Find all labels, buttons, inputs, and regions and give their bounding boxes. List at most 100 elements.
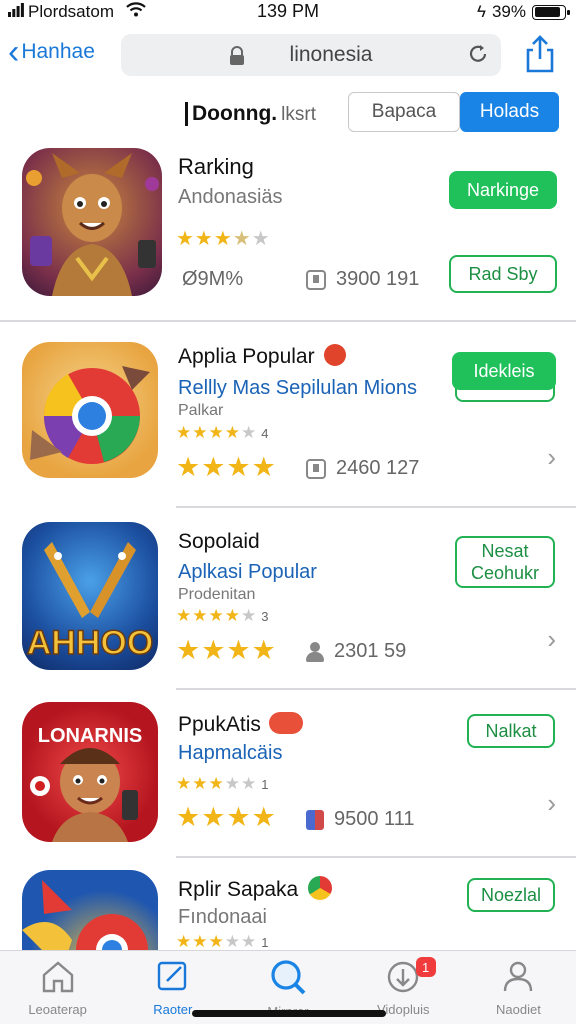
secondary-button-line1: Nesat [481,541,529,561]
rating-count: 1 [261,777,270,792]
chrome-icon [308,876,333,900]
download-icon [306,458,326,479]
divider [176,688,576,690]
emoji-badge-icon [268,712,303,734]
share-icon[interactable] [522,34,558,74]
list-item[interactable]: AHHOO Sopolaid Aplkasi Popular Prodenita… [0,520,576,688]
rating-stars: ★★★★★ [176,228,271,250]
segment-bapaca[interactable]: Bapaca [348,92,460,132]
charging-icon: ϟ [476,2,486,21]
download-count-text: 3900 191 [336,268,420,290]
list-item[interactable]: Rplir Sapaka Fındonaai ★★★★★ 1 Noezlal [0,868,576,950]
app-name-text: Rplir Sapaka [178,878,299,901]
home-indicator [192,1010,386,1017]
download-count: 9500 111 [306,808,414,831]
tab-raoter-label: Raoter [153,1002,193,1017]
download-count-text: 9500 111 [334,808,415,830]
app-icon-sopolaid: AHHOO [22,522,158,670]
chevron-right-icon[interactable]: › [547,788,556,819]
rating-stars-small: ★★★★★ 1 [176,932,270,950]
install-button[interactable]: Idekleis [452,352,556,390]
rating-count: 1 [261,935,270,950]
download-count: 2301 59 [306,640,406,663]
app-name: Applia Popular [178,344,347,369]
secondary-button[interactable]: Noezlal [467,878,555,912]
app-name: PpukAtis [178,712,303,737]
list-header: Doonng. lksrt Bapaca Holads [0,92,576,134]
app-category: Palkar [178,402,224,419]
app-size: Ø9M% [182,268,244,290]
lock-icon [229,46,245,72]
app-name-text: Applia Popular [178,345,315,368]
divider [176,506,576,508]
status-bar: Plordsatom 139 PM ϟ 39% [0,0,576,26]
status-right: ϟ 39% [476,2,570,22]
tab-home[interactable]: Leoaterap [0,951,115,1024]
secondary-button[interactable]: Nesat Ceohukr [455,536,555,588]
app-icon-rplir [22,870,158,950]
app-icon-applia [22,342,158,478]
icon-wordmark: LONARNIS [38,725,142,747]
search-icon [268,959,308,1000]
rating-stars: ★★★★ [176,635,277,665]
home-icon [40,959,76,998]
app-subtitle: Hapmalcäis [178,742,283,764]
download-count-text: 2301 59 [334,640,407,662]
secondary-button[interactable]: Nalkat [467,714,555,748]
download-count: 3900 191 [306,268,419,291]
app-icon-ppukatis: LONARNIS [22,702,158,842]
rating-stars: ★★★★ [176,452,277,482]
section-title-text: Doonng. [192,102,278,125]
app-name: Rarking [178,154,254,179]
tab-profile-label: Naodiet [496,1002,541,1017]
edit-icon [155,959,191,998]
back-button[interactable]: ‹ Hanhae [8,33,95,71]
app-icon-rarking [22,148,162,296]
secondary-button[interactable]: Rad Sby [449,255,557,293]
divider [0,320,576,322]
person-icon [306,641,324,662]
secondary-button-line2: Ceohukr [470,563,540,583]
app-subtitle: Andonasiäs [178,186,283,208]
app-name: Rplir Sapaka [178,876,333,902]
install-button[interactable]: Narkinge [449,171,557,209]
address-text: linonesia [289,43,373,66]
navigation-bar: ‹ Hanhae linonesia [0,28,576,80]
download-icon [306,269,326,290]
chevron-right-icon[interactable]: › [547,442,556,473]
battery-icon [532,4,570,20]
app-subtitle: Rellly Mas Sepilulan Mions [178,377,417,399]
tab-home-label: Leoaterap [28,1002,87,1017]
fire-icon [324,344,347,366]
list-item[interactable]: Applia Popular Rellly Mas Sepilulan Mion… [0,340,576,508]
reload-icon[interactable] [467,43,489,71]
rating-stars-small: ★★★★★ 1 [176,774,270,793]
address-bar[interactable]: linonesia [121,34,501,76]
section-title: Doonng. lksrt [185,102,316,126]
icon-wordmark: AHHOO [27,624,154,662]
chevron-right-icon[interactable]: › [547,624,556,655]
download-count: 2460 127 [306,457,419,480]
segment-holads[interactable]: Holads [460,92,559,132]
back-label: Hanhae [21,40,95,63]
download-count-text: 2460 127 [336,457,420,479]
chevron-left-icon: ‹ [8,33,20,71]
flag-icon [306,809,324,830]
tab-profile[interactable]: Naodiet [461,951,576,1024]
app-subtitle: Aplkasi Popular [178,561,317,583]
rating-count: 4 [261,426,270,441]
section-title-suffix: lksrt [281,104,316,125]
app-subtitle: Fındonaai [178,906,267,928]
rating-stars-small: ★★★★★ 3 [176,606,270,625]
list-item[interactable]: LONARNIS PpukAtis Hapmalcäis ★★★★★ 1 ★★★★… [0,700,576,860]
app-name-text: PpukAtis [178,713,261,736]
app-category: Prodenitan [178,586,256,603]
battery-percent: 39% [491,2,526,21]
rating-stars: ★★★★ [176,802,277,832]
rating-stars-small: ★★★★★ 4 [176,423,270,442]
list-item[interactable]: Rarking Andonasiäs ★★★★★ Ø9M% 3900 191 N… [0,146,576,322]
rating-count: 3 [261,609,270,624]
divider [176,856,576,858]
app-name: Sopolaid [178,530,260,553]
updates-badge: 1 [415,957,436,977]
